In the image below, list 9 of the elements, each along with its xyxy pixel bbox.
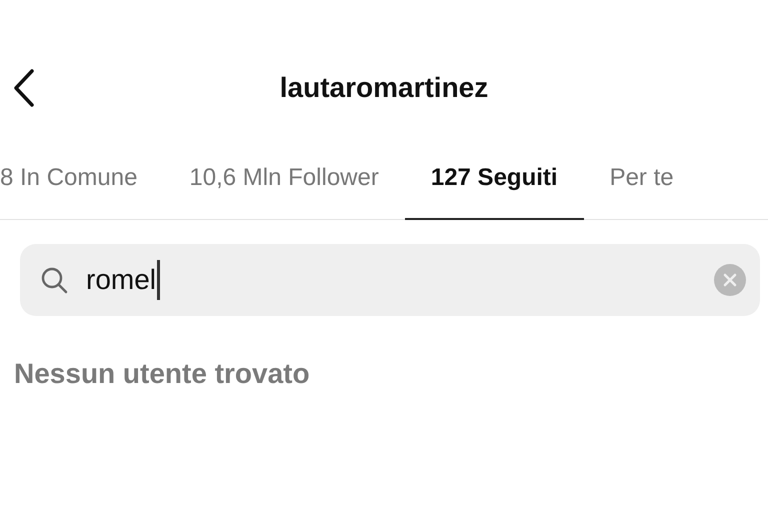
tab[interactable]: 127 Seguiti — [404, 140, 584, 220]
tab[interactable]: Per te — [584, 140, 700, 220]
search-icon — [40, 266, 68, 294]
back-icon[interactable] — [12, 68, 36, 108]
profile-username: lautaromartinez — [280, 72, 488, 104]
tab[interactable]: 10,6 Mln Follower — [163, 140, 405, 220]
tab[interactable]: 8 In Comune — [0, 140, 164, 220]
empty-result-message: Nessun utente trovato — [14, 358, 311, 390]
search-field[interactable]: romel — [20, 244, 760, 316]
